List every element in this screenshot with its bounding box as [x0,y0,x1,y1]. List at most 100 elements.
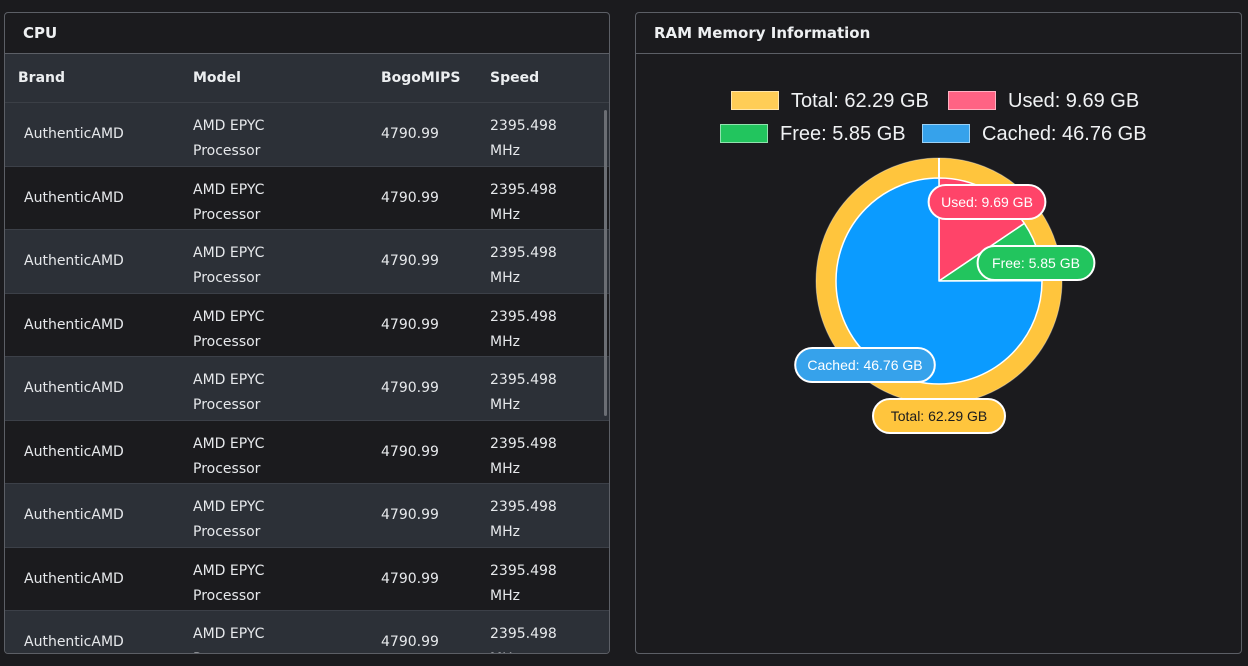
data-label-cached-text: Cached: 46.76 GB [807,357,922,373]
data-label-cached: Cached: 46.76 GB [794,347,936,383]
cell-speed: 2395.498 MHz [490,432,590,482]
cell-speed-value: 2395.498 [490,626,557,642]
table-row[interactable]: AuthenticAMD AMD EPYC Processor 4790.99 2395… [5,230,609,294]
data-label-total-text: Total: 62.29 GB [891,408,988,424]
cell-model-line: Processor [193,397,261,413]
cell-bogomips: 4790.99 [381,507,439,523]
cell-model: AMD EPYC Processor [193,495,363,545]
column-header-bogomips[interactable]: BogoMIPS [381,54,460,103]
cell-model-line: Processor [193,460,261,477]
cell-model-line: AMD EPYC [193,118,265,134]
table-row[interactable]: AuthenticAMD AMD EPYC Processor 4790.99 2395… [5,293,609,357]
cell-model: AMD EPYC Processor [193,432,363,482]
cell-bogomips: 4790.99 [381,316,439,333]
cell-model: AMD EPYC Processor [193,178,363,228]
cell-model-line: Processor [193,587,261,604]
column-header-model[interactable]: Model [193,54,241,103]
cell-model-line: Processor [193,524,261,540]
cell-model-line: AMD EPYC [193,435,265,452]
cell-model: AMD EPYC Processor [193,622,363,653]
cell-brand: AuthenticAMD [24,380,124,396]
table-row[interactable]: AuthenticAMD AMD EPYC Processor 4790.99 2395… [5,357,609,421]
cell-model-line: AMD EPYC [193,181,265,198]
table-row[interactable]: AuthenticAMD AMD EPYC Processor 4790.99 2395… [5,166,609,230]
cell-speed: 2395.498 MHz [490,495,590,545]
cell-speed-unit: MHz [490,460,520,477]
cell-speed-unit: MHz [490,333,520,350]
cell-model-line: AMD EPYC [193,245,265,261]
cell-speed-value: 2395.498 [490,372,557,388]
cell-speed: 2395.498 MHz [490,114,590,164]
cell-model-line: AMD EPYC [193,499,265,515]
cpu-card-title: CPU [5,13,609,54]
table-row[interactable]: AuthenticAMD AMD EPYC Processor 4790.99 2395… [5,420,609,484]
cell-brand: AuthenticAMD [24,570,124,587]
cell-model: AMD EPYC Processor [193,241,363,291]
cell-speed-unit: MHz [490,206,520,223]
cell-model-line: AMD EPYC [193,562,265,579]
cpu-table-body: AuthenticAMD AMD EPYC Processor 4790.99 2395… [5,103,609,653]
ram-pie-chart[interactable]: Used: 9.69 GB Free: 5.85 GB Cached: 46.76 … [636,54,1241,474]
ram-card: RAM Memory Information Total: 62.29 GB U… [635,12,1242,654]
table-row[interactable]: AuthenticAMD AMD EPYC Processor 4790.99 2395… [5,547,609,611]
cpu-table-header: Brand Model BogoMIPS Speed [5,54,609,103]
cell-speed: 2395.498 MHz [490,559,590,609]
cell-model-line: Processor [193,651,260,653]
cell-brand: AuthenticAMD [24,634,124,650]
cell-speed-value: 2395.498 [490,181,557,198]
cell-brand: AuthenticAMD [24,316,124,333]
column-header-brand[interactable]: Brand [18,54,65,103]
data-label-used-text: Used: 9.69 GB [941,194,1033,210]
data-label-total: Total: 62.29 GB [872,398,1006,434]
cell-model-line: AMD EPYC [193,372,265,388]
cell-model: AMD EPYC Processor [193,305,363,355]
ram-card-title: RAM Memory Information [636,13,1241,54]
cell-speed-value: 2395.498 [490,308,557,325]
cell-model-line: Processor [193,143,261,159]
column-header-speed[interactable]: Speed [490,54,539,103]
cell-speed-value: 2395.498 [490,499,557,515]
cell-bogomips: 4790.99 [381,253,439,269]
cell-model-line: Processor [193,333,261,350]
cell-brand: AuthenticAMD [24,507,124,523]
cell-speed-unit: MHz [490,270,520,286]
cell-brand: AuthenticAMD [24,443,124,460]
cell-speed: 2395.498 MHz [490,241,590,291]
table-row[interactable]: AuthenticAMD AMD EPYC Processor 4790.99 2395… [5,103,609,167]
cell-model-line: Processor [193,270,261,286]
cell-speed: 2395.498 MHz [490,178,590,228]
cell-speed-value: 2395.498 [490,118,557,134]
cell-bogomips: 4790.99 [381,570,439,587]
cell-bogomips: 4790.99 [381,443,439,460]
cpu-table[interactable]: Brand Model BogoMIPS Speed AuthenticAMD A… [5,54,609,653]
cell-brand: AuthenticAMD [24,253,124,269]
cell-model-line: Processor [193,206,261,223]
cell-model: AMD EPYC Processor [193,114,363,164]
cell-bogomips: 4790.99 [381,189,439,206]
cell-speed-unit: MHz [490,143,520,159]
cell-speed-unit: MHz [490,397,520,413]
cell-speed-value: 2395.498 [490,435,557,452]
data-label-used: Used: 9.69 GB [927,184,1047,220]
cell-model-line: AMD EPYC [193,626,265,642]
cell-speed-unit: MHz [490,587,520,604]
data-label-free: Free: 5.85 GB [976,245,1096,281]
cell-speed: 2395.498 MHz [490,368,590,418]
cell-bogomips: 4790.99 [381,380,439,396]
cell-model: AMD EPYC Processor [193,559,363,609]
cell-model: AMD EPYC Processor [193,368,363,418]
table-row[interactable]: AuthenticAMD AMD EPYC Processor 4790.99 2395… [5,484,609,548]
cell-speed-value: 2395.498 [490,562,557,579]
data-label-free-text: Free: 5.85 GB [992,255,1080,271]
cell-brand: AuthenticAMD [24,126,124,142]
cell-speed-unit: MHz [490,524,520,540]
table-scrollbar[interactable] [604,110,607,416]
table-row[interactable]: AuthenticAMD AMD EPYC Processor 4790.99 2395… [5,611,609,653]
cell-speed: 2395.498 MHz [490,305,590,355]
cell-speed: 2395.498 MHz [490,622,590,653]
cell-speed-unit: MHz [490,651,520,653]
cell-model-line: AMD EPYC [193,308,265,325]
cell-brand: AuthenticAMD [24,189,124,206]
cell-speed-value: 2395.498 [490,245,557,261]
cell-bogomips: 4790.99 [381,634,439,650]
